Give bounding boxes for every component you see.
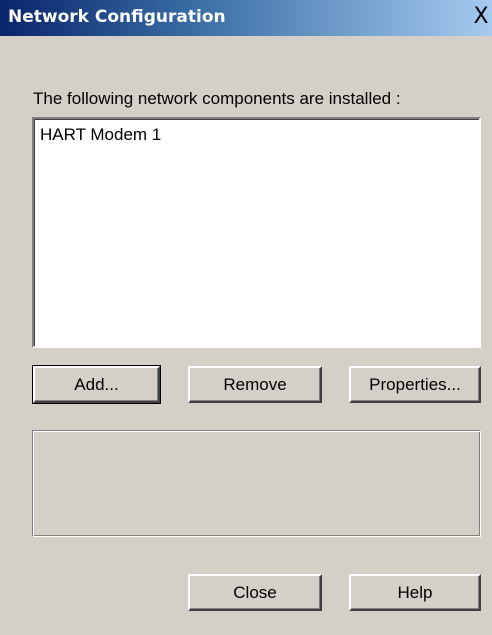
components-list[interactable]: HART Modem 1 — [32, 117, 481, 348]
help-button-label: Help — [397, 582, 433, 602]
add-button-label: Add... — [74, 374, 119, 394]
title-bar: Network Configuration X — [0, 0, 492, 36]
close-icon[interactable]: X — [470, 4, 492, 30]
description-box — [32, 430, 481, 537]
properties-button[interactable]: Properties... — [349, 366, 481, 403]
list-item[interactable]: HART Modem 1 — [40, 125, 161, 145]
close-button-label: Close — [233, 582, 277, 602]
remove-button[interactable]: Remove — [188, 366, 322, 403]
add-button[interactable]: Add... — [32, 365, 161, 404]
help-button[interactable]: Help — [349, 574, 481, 611]
properties-button-label: Properties... — [369, 374, 461, 394]
window-title: Network Configuration — [8, 7, 226, 27]
remove-button-label: Remove — [223, 374, 287, 394]
components-label: The following network components are ins… — [33, 89, 401, 108]
close-button[interactable]: Close — [188, 574, 322, 611]
